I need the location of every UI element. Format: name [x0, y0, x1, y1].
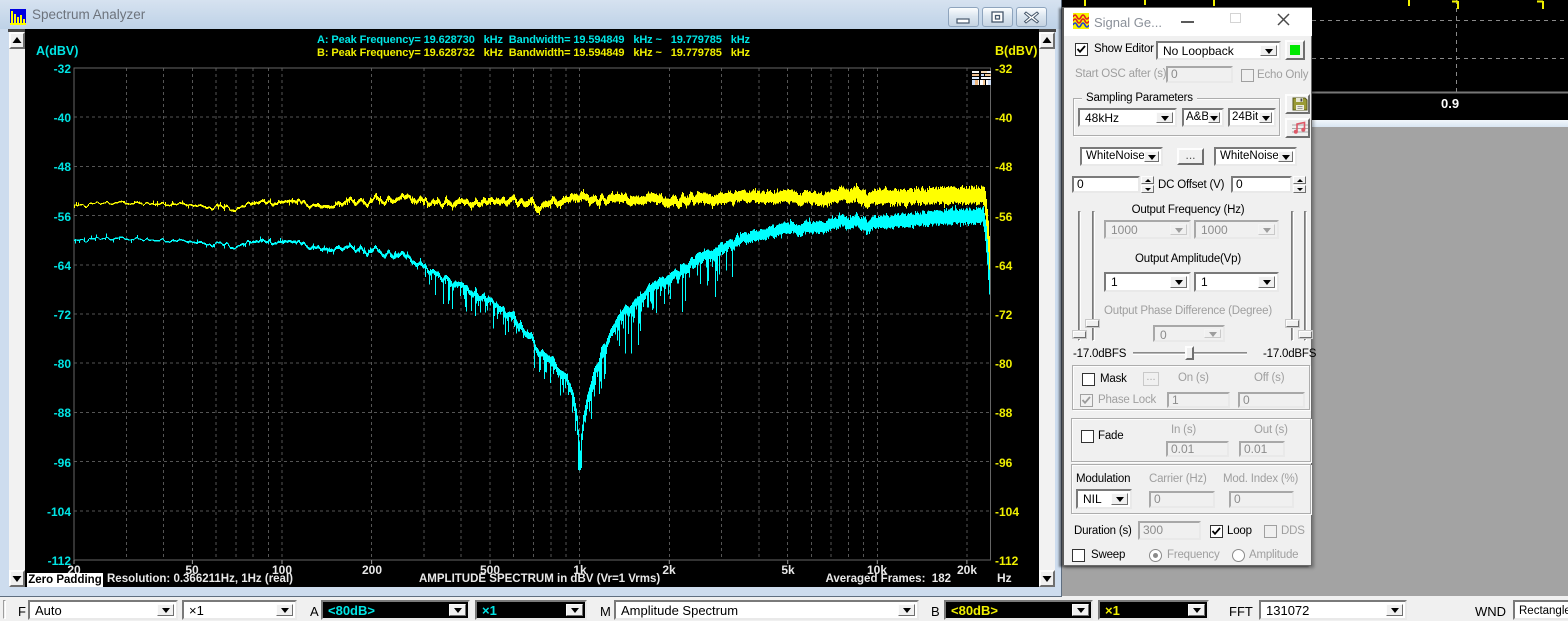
svg-text:0.9: 0.9: [1441, 96, 1459, 111]
svg-text:-112: -112: [995, 554, 1019, 568]
svg-text:-64: -64: [995, 259, 1013, 273]
svg-text:20k: 20k: [957, 563, 977, 577]
svg-text:-80: -80: [995, 357, 1013, 371]
svg-text:-80: -80: [54, 357, 72, 371]
svg-text:-32: -32: [995, 62, 1013, 76]
svg-text:-32: -32: [54, 62, 72, 76]
svg-text:-96: -96: [54, 456, 72, 470]
svg-text:A(dBV): A(dBV): [36, 44, 78, 58]
svg-text:Hz: Hz: [997, 571, 1012, 585]
svg-text:-104: -104: [47, 505, 71, 519]
svg-text:-40: -40: [54, 111, 72, 125]
svg-text:200: 200: [362, 563, 382, 577]
svg-text:5k: 5k: [781, 563, 795, 577]
svg-text:B: Peak Frequency= 19.628732: B: Peak Frequency= 19.628732 kHz Bandwid…: [317, 47, 751, 59]
svg-text:-72: -72: [54, 308, 72, 322]
svg-text:B(dBV): B(dBV): [995, 44, 1037, 58]
svg-text:-104: -104: [995, 505, 1019, 519]
svg-text:-48: -48: [54, 160, 72, 174]
svg-text:-40: -40: [995, 111, 1013, 125]
svg-text:-48: -48: [995, 160, 1013, 174]
svg-text:-56: -56: [54, 210, 72, 224]
svg-text:-88: -88: [995, 406, 1013, 420]
svg-text:A: Peak Frequency= 19.628730: A: Peak Frequency= 19.628730 kHz Bandwid…: [317, 34, 751, 46]
svg-text:2k: 2k: [662, 563, 676, 577]
svg-text:-96: -96: [995, 456, 1013, 470]
svg-text:-72: -72: [995, 308, 1013, 322]
svg-text:-88: -88: [54, 406, 72, 420]
svg-text:-56: -56: [995, 210, 1013, 224]
svg-text:-64: -64: [54, 259, 72, 273]
